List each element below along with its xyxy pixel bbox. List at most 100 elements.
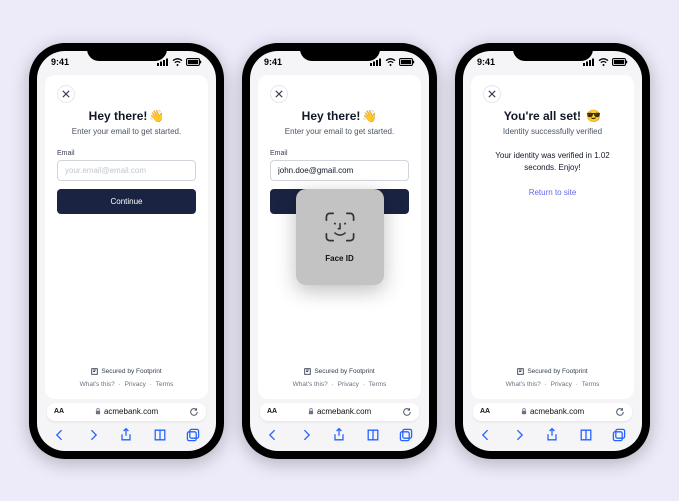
face-id-prompt: Face ID: [296, 189, 384, 285]
site-url: acmebank.com: [308, 407, 371, 416]
bookmarks-icon[interactable]: [365, 427, 381, 443]
privacy-link[interactable]: Privacy: [551, 381, 572, 388]
privacy-link[interactable]: Privacy: [338, 381, 359, 388]
site-url: acmebank.com: [95, 407, 158, 416]
wave-emoji: 👋: [149, 109, 164, 123]
tabs-icon[interactable]: [185, 427, 201, 443]
face-id-icon: [323, 210, 357, 244]
address-bar[interactable]: AA acmebank.com: [473, 403, 632, 421]
wave-emoji: 👋: [362, 109, 377, 123]
privacy-link[interactable]: Privacy: [125, 381, 146, 388]
address-bar[interactable]: AA acmebank.com: [260, 403, 419, 421]
terms-link[interactable]: Terms: [156, 381, 174, 388]
phone-notch: [87, 43, 167, 61]
face-id-label: Face ID: [325, 254, 353, 263]
terms-link[interactable]: Terms: [582, 381, 600, 388]
page-subtitle: Enter your email to get started.: [270, 127, 409, 136]
whats-this-link[interactable]: What's this?: [80, 381, 115, 388]
phone-mockup-2: 9:41 Hey there!👋 Enter your email to get…: [242, 43, 437, 459]
status-time: 9:41: [51, 57, 69, 67]
reload-icon[interactable]: [402, 407, 412, 417]
close-icon: [62, 90, 70, 98]
close-button[interactable]: [57, 85, 75, 103]
share-icon[interactable]: [544, 427, 560, 443]
tabs-icon[interactable]: [611, 427, 627, 443]
secured-by: Secured by Footprint: [91, 366, 161, 377]
page-title: Hey there!👋: [270, 109, 409, 123]
email-label: Email: [270, 150, 409, 157]
phone-notch: [513, 43, 593, 61]
footprint-logo-icon: [304, 368, 311, 375]
continue-button[interactable]: Continue: [57, 189, 196, 214]
footprint-logo-icon: [91, 368, 98, 375]
footprint-logo-icon: [517, 368, 524, 375]
close-button[interactable]: [270, 85, 288, 103]
battery-icon: [399, 58, 415, 66]
bookmarks-icon[interactable]: [152, 427, 168, 443]
terms-link[interactable]: Terms: [369, 381, 387, 388]
back-icon[interactable]: [478, 427, 494, 443]
wifi-icon: [172, 58, 183, 66]
status-time: 9:41: [477, 57, 495, 67]
forward-icon[interactable]: [85, 427, 101, 443]
close-icon: [275, 90, 283, 98]
status-icons: [583, 58, 628, 66]
status-icons: [370, 58, 415, 66]
back-icon[interactable]: [265, 427, 281, 443]
share-icon[interactable]: [118, 427, 134, 443]
lock-icon: [308, 408, 314, 415]
home-indicator[interactable]: [92, 452, 162, 455]
card-footer: Secured by Footprint What's this? · Priv…: [270, 366, 409, 390]
reader-button[interactable]: AA: [267, 408, 277, 415]
reader-button[interactable]: AA: [480, 408, 490, 415]
content-card: Hey there!👋 Enter your email to get star…: [258, 75, 421, 399]
wifi-icon: [385, 58, 396, 66]
secured-by: Secured by Footprint: [517, 366, 587, 377]
back-icon[interactable]: [52, 427, 68, 443]
battery-icon: [612, 58, 628, 66]
close-icon: [488, 90, 496, 98]
secured-by: Secured by Footprint: [304, 366, 374, 377]
site-url: acmebank.com: [521, 407, 584, 416]
return-link[interactable]: Return to site: [483, 188, 622, 197]
sunglasses-emoji: 😎: [586, 109, 601, 123]
browser-toolbar: [250, 425, 429, 451]
battery-icon: [186, 58, 202, 66]
content-card: Hey there!👋 Enter your email to get star…: [45, 75, 208, 399]
wifi-icon: [598, 58, 609, 66]
bookmarks-icon[interactable]: [578, 427, 594, 443]
page-subtitle: Identity successfully verified: [483, 127, 622, 136]
browser-toolbar: [463, 425, 642, 451]
reader-button[interactable]: AA: [54, 408, 64, 415]
status-icons: [157, 58, 202, 66]
email-input[interactable]: [270, 160, 409, 181]
share-icon[interactable]: [331, 427, 347, 443]
footer-links: What's this? · Privacy · Terms: [483, 379, 622, 390]
email-input[interactable]: [57, 160, 196, 181]
email-label: Email: [57, 150, 196, 157]
address-bar[interactable]: AA acmebank.com: [47, 403, 206, 421]
lock-icon: [95, 408, 101, 415]
phone-screen: 9:41 Hey there!👋 Enter your email to get…: [37, 51, 216, 451]
status-time: 9:41: [264, 57, 282, 67]
whats-this-link[interactable]: What's this?: [293, 381, 328, 388]
content-card: You're all set! 😎 Identity successfully …: [471, 75, 634, 399]
reload-icon[interactable]: [189, 407, 199, 417]
page-title: You're all set! 😎: [483, 109, 622, 123]
footer-links: What's this? · Privacy · Terms: [57, 379, 196, 390]
whats-this-link[interactable]: What's this?: [506, 381, 541, 388]
home-indicator[interactable]: [518, 452, 588, 455]
lock-icon: [521, 408, 527, 415]
close-button[interactable]: [483, 85, 501, 103]
card-footer: Secured by Footprint What's this? · Priv…: [483, 366, 622, 390]
phone-mockup-1: 9:41 Hey there!👋 Enter your email to get…: [29, 43, 224, 459]
forward-icon[interactable]: [298, 427, 314, 443]
card-footer: Secured by Footprint What's this? · Priv…: [57, 366, 196, 390]
tabs-icon[interactable]: [398, 427, 414, 443]
success-message: Your identity was verified in 1.02 secon…: [483, 150, 622, 174]
home-indicator[interactable]: [305, 452, 375, 455]
reload-icon[interactable]: [615, 407, 625, 417]
phone-notch: [300, 43, 380, 61]
forward-icon[interactable]: [511, 427, 527, 443]
page-subtitle: Enter your email to get started.: [57, 127, 196, 136]
